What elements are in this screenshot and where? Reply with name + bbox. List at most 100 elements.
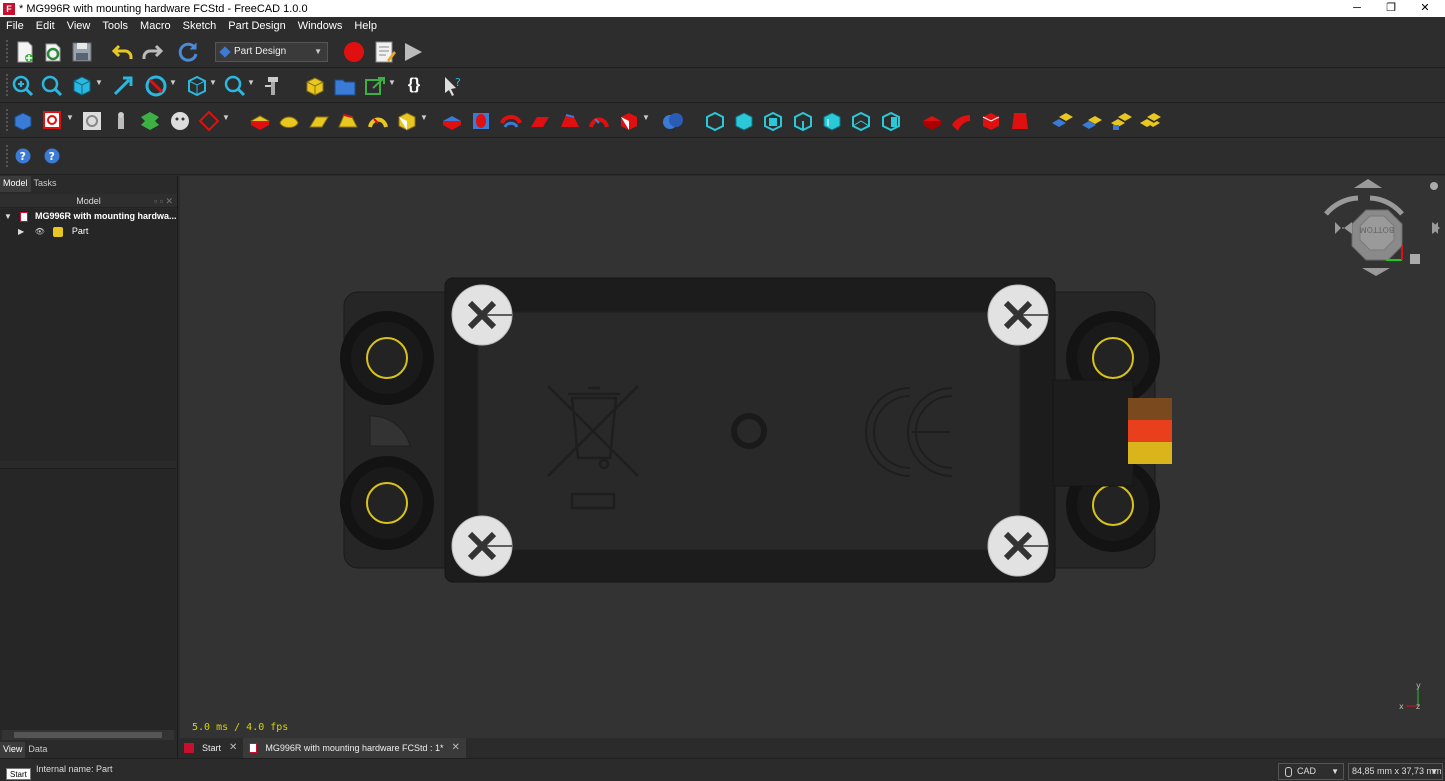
tree-item-document[interactable]: ▼ MG996R with mounting hardwa... — [4, 209, 176, 224]
tab-document[interactable]: MG996R with mounting hardware FCStd : 1*… — [243, 738, 466, 758]
menu-edit[interactable]: Edit — [30, 20, 61, 32]
undo-icon[interactable] — [111, 40, 135, 64]
polar-pattern-icon[interactable] — [761, 109, 785, 133]
create-link-icon[interactable] — [363, 74, 387, 98]
create-group-icon[interactable] — [333, 74, 357, 98]
expand-arrow-icon[interactable]: ▶ — [18, 227, 24, 236]
tab-data[interactable]: Data — [25, 742, 50, 758]
clone-icon[interactable] — [168, 109, 192, 133]
fit-selection-icon[interactable] — [40, 74, 64, 98]
workbench-selector[interactable]: Part Design ▼ — [215, 42, 328, 62]
thickness-icon[interactable] — [920, 109, 944, 133]
hole-icon[interactable] — [469, 109, 493, 133]
toolbar-grip[interactable] — [6, 74, 10, 96]
create-sketch-icon[interactable] — [41, 109, 65, 133]
3d-viewport[interactable]: BOTTOM y x z 5.0 ms / 4.0 fps — [180, 176, 1445, 738]
additive-helix-icon[interactable] — [366, 109, 390, 133]
chevron-down-icon[interactable]: ▼ — [222, 113, 230, 137]
toolbar-grip[interactable] — [6, 40, 10, 62]
chevron-down-icon[interactable]: ▼ — [169, 78, 177, 102]
dimension-indicator[interactable]: 84,85 mm x 37,73 mm ▼ — [1348, 763, 1443, 780]
help-icon[interactable]: ? — [13, 146, 33, 166]
involute-gear-icon[interactable] — [1080, 109, 1104, 133]
navigation-style-selector[interactable]: CAD ▼ — [1278, 763, 1344, 780]
expression-braces-icon[interactable]: {} — [402, 74, 426, 98]
subtractive-pipe-icon[interactable] — [558, 109, 582, 133]
pocket-icon[interactable] — [440, 109, 464, 133]
whats-this-icon[interactable]: ? — [441, 74, 465, 98]
validate-sketch-icon[interactable] — [80, 109, 104, 133]
pad-icon[interactable] — [248, 109, 272, 133]
bounding-box-icon[interactable] — [185, 74, 209, 98]
chevron-down-icon[interactable]: ▼ — [388, 78, 396, 102]
create-part-icon[interactable] — [303, 74, 327, 98]
fillet-icon[interactable] — [820, 109, 844, 133]
revolution-icon[interactable] — [277, 109, 301, 133]
menu-macro[interactable]: Macro — [134, 20, 177, 32]
isometric-view-icon[interactable] — [70, 74, 94, 98]
tab-model[interactable]: Model — [0, 176, 31, 192]
new-document-icon[interactable] — [13, 40, 37, 64]
draw-style-icon[interactable] — [144, 74, 168, 98]
draft-face-icon[interactable] — [1008, 109, 1032, 133]
chamfer-icon[interactable] — [849, 109, 873, 133]
tab-tasks[interactable]: Tasks — [31, 176, 60, 192]
save-icon[interactable] — [70, 40, 94, 64]
minimize-button[interactable]: ─ — [1340, 0, 1374, 17]
fillet-edge-icon[interactable] — [949, 109, 973, 133]
close-tab-icon[interactable]: ✕ — [452, 738, 460, 758]
zoom-box-icon[interactable] — [223, 74, 247, 98]
visibility-eye-icon[interactable]: 👁 — [35, 227, 45, 236]
refresh-icon[interactable] — [176, 40, 200, 64]
tab-view[interactable]: View — [0, 742, 26, 758]
multi-transform-icon[interactable] — [791, 109, 815, 133]
chevron-down-icon[interactable]: ▼ — [66, 113, 74, 137]
subtractive-loft-icon[interactable] — [528, 109, 552, 133]
chevron-down-icon[interactable]: ▼ — [247, 78, 255, 102]
datum-plane-icon[interactable] — [197, 109, 221, 133]
toolbar-grip[interactable] — [6, 145, 10, 167]
chevron-down-icon[interactable]: ▼ — [95, 78, 103, 102]
chamfer-edge-icon[interactable] — [979, 109, 1003, 133]
fit-all-icon[interactable] — [11, 74, 35, 98]
menu-windows[interactable]: Windows — [292, 20, 349, 32]
whats-this-help-icon[interactable]: ? — [42, 146, 62, 166]
measure-icon[interactable] — [262, 74, 286, 98]
menu-tools[interactable]: Tools — [96, 20, 134, 32]
scrollbar-thumb[interactable] — [14, 732, 162, 738]
boolean-icon[interactable] — [661, 109, 685, 133]
expand-arrow-icon[interactable]: ▼ — [4, 212, 12, 221]
macro-run-icon[interactable] — [401, 40, 425, 64]
close-window-button[interactable]: ✕ — [1408, 0, 1442, 17]
linear-pattern-icon[interactable] — [732, 109, 756, 133]
sprocket-icon[interactable] — [1050, 109, 1074, 133]
tree-item-part[interactable]: ▶ 👁 Part — [18, 224, 88, 239]
create-body-icon[interactable] — [11, 109, 35, 133]
menu-help[interactable]: Help — [348, 20, 383, 32]
tab-start[interactable]: Start ✕ — [178, 738, 243, 758]
horizontal-scrollbar[interactable] — [2, 730, 174, 740]
sync-view-icon[interactable] — [111, 74, 135, 98]
wizard-shaft-icon[interactable] — [1109, 109, 1133, 133]
close-tab-icon[interactable]: ✕ — [229, 738, 237, 758]
navigation-cube[interactable]: BOTTOM — [1324, 179, 1440, 276]
3d-scene[interactable]: BOTTOM y x z — [180, 176, 1445, 738]
subshape-binder-icon[interactable] — [138, 109, 162, 133]
restore-button[interactable]: ❐ — [1374, 0, 1408, 17]
redo-icon[interactable] — [140, 40, 164, 64]
macro-edit-icon[interactable] — [373, 40, 397, 64]
subtractive-helix-icon[interactable] — [587, 109, 611, 133]
macro-record-icon[interactable] — [342, 40, 366, 64]
menu-sketch[interactable]: Sketch — [177, 20, 223, 32]
open-document-icon[interactable] — [42, 40, 66, 64]
chevron-down-icon[interactable]: ▼ — [420, 113, 428, 137]
chevron-down-icon[interactable]: ▼ — [209, 78, 217, 102]
additive-primitive-icon[interactable] — [395, 109, 419, 133]
panel-buttons[interactable]: ▫ ▫ ✕ — [154, 194, 173, 208]
wizard-shaft-table-icon[interactable] — [1138, 109, 1162, 133]
subtractive-primitive-icon[interactable] — [617, 109, 641, 133]
mirrored-icon[interactable] — [703, 109, 727, 133]
shape-binder-icon[interactable] — [109, 109, 133, 133]
chevron-down-icon[interactable]: ▼ — [642, 113, 650, 137]
additive-loft-icon[interactable] — [307, 109, 331, 133]
